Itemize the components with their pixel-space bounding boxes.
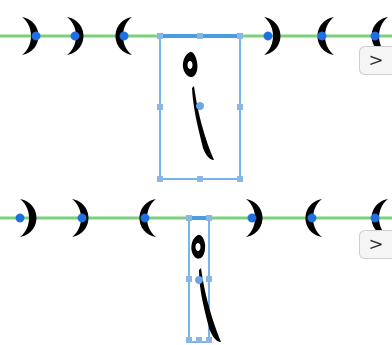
selected-glyph-alef-hamza-below[interactable] [157,33,243,182]
glyph-alef-stroke [192,86,214,160]
selected-glyph-alef-hamza-below[interactable] [186,215,221,343]
next-glyph-button[interactable]: > [359,46,392,75]
glyph-row-2 [0,199,392,343]
glyph-row-1 [0,17,392,182]
next-glyph-button[interactable]: > [359,230,392,259]
glyph-center-node[interactable] [195,276,203,284]
glyph-center-node[interactable] [196,102,204,110]
glyph-editor-canvas[interactable] [0,0,392,345]
